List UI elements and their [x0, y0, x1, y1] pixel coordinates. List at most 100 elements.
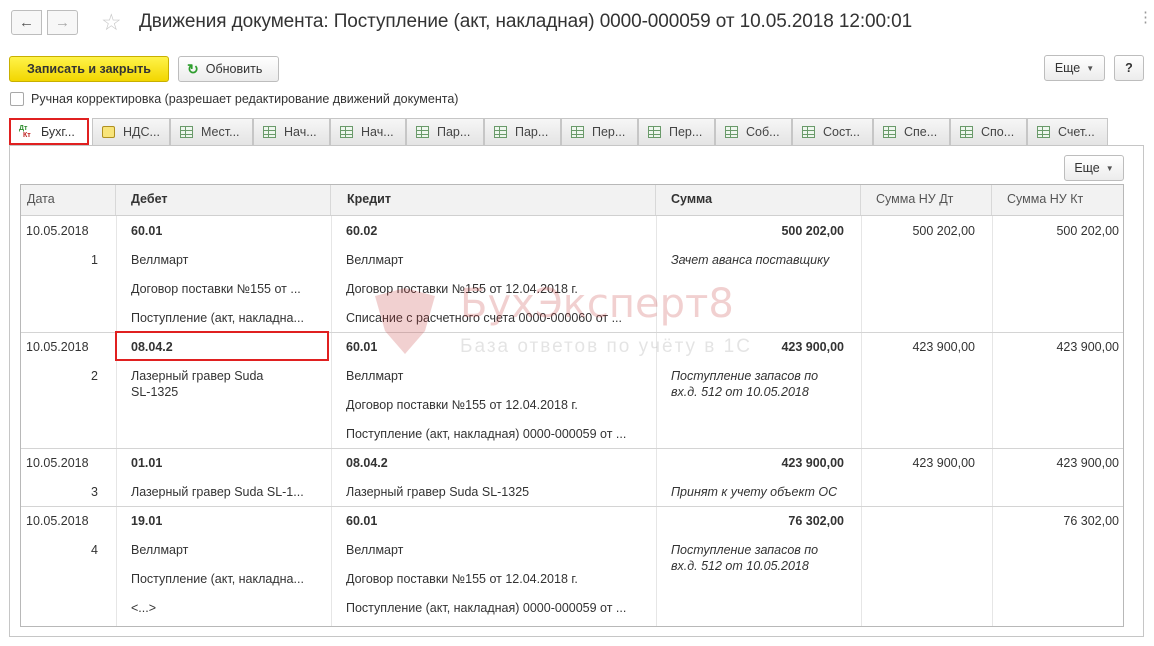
tab-0[interactable]: Дт Кт Бухг...	[9, 118, 89, 145]
dt-kt-icon: Дт Кт	[19, 125, 31, 139]
record-content: Поступление запасов по вх.д. 512 от 10.0…	[671, 369, 819, 399]
debit-line-0: 60.01	[131, 224, 163, 238]
record-nu-kt: 423 900,00	[1056, 340, 1119, 354]
debit-line-3: <...>	[131, 601, 157, 615]
debit-line-1: Веллмарт	[131, 543, 189, 557]
record-number: 1	[91, 253, 98, 267]
column-header-1[interactable]: Дебет	[116, 185, 331, 215]
tab-10[interactable]: Сост...	[792, 118, 873, 145]
refresh-icon: ↻	[187, 60, 199, 77]
caret-down-icon: ▼	[1105, 163, 1114, 173]
record-date: 10.05.2018	[26, 514, 89, 528]
tab-11[interactable]: Спе...	[873, 118, 950, 145]
column-divider	[656, 216, 657, 626]
column-divider	[861, 216, 862, 626]
record-nu-dt: 423 900,00	[912, 456, 975, 470]
credit-line-2: Договор поставки №155 от 12.04.2018 г.	[346, 398, 578, 412]
record-content: Поступление запасов по вх.д. 512 от 10.0…	[671, 543, 819, 573]
column-header-0[interactable]: Дата	[21, 185, 116, 215]
arrow-left-icon: ←	[19, 14, 34, 31]
manual-correction-row: Ручная корректировка (разрешает редактир…	[10, 92, 458, 106]
register-table-icon	[883, 126, 896, 138]
tab-4[interactable]: Нач...	[330, 118, 406, 145]
refresh-label: Обновить	[205, 62, 263, 76]
tab-label: Соб...	[746, 125, 780, 139]
record-nu-kt: 76 302,00	[1063, 514, 1119, 528]
record-content: Зачет аванса поставщику	[671, 253, 830, 267]
register-table-icon	[648, 126, 661, 138]
tab-label: Мест...	[201, 125, 240, 139]
debit-line-1: Лазерный гравер Suda SL-1325	[131, 369, 264, 399]
help-button[interactable]: ?	[1114, 55, 1144, 81]
caret-down-icon: ▼	[1086, 63, 1095, 73]
credit-line-2: Договор поставки №155 от 12.04.2018 г.	[346, 572, 578, 586]
record-date: 10.05.2018	[26, 340, 89, 354]
tab-label: Пар...	[515, 125, 549, 139]
record-number: 3	[91, 485, 98, 499]
arrow-right-icon: →	[55, 14, 70, 31]
column-header-3[interactable]: Сумма	[656, 185, 861, 215]
record-nu-dt: 500 202,00	[912, 224, 975, 238]
tab-1[interactable]: НДС...	[92, 118, 170, 145]
column-header-2[interactable]: Кредит	[331, 185, 656, 215]
highlight-frame	[115, 331, 329, 361]
tab-label: Счет...	[1058, 125, 1095, 139]
tab-6[interactable]: Пар...	[484, 118, 561, 145]
tab-9[interactable]: Соб...	[715, 118, 792, 145]
record-content: Принят к учету объект ОС	[671, 485, 838, 499]
forward-button[interactable]: →	[47, 10, 78, 35]
help-label: ?	[1125, 61, 1133, 75]
refresh-button[interactable]: ↻ Обновить	[178, 56, 279, 82]
record-sum: 423 900,00	[781, 340, 844, 354]
tab-3[interactable]: Нач...	[253, 118, 330, 145]
column-header-5[interactable]: Сумма НУ Кт	[992, 185, 1123, 215]
more-menu-button[interactable]: Еще ▼	[1044, 55, 1105, 81]
register-table-icon	[340, 126, 353, 138]
record-separator	[21, 448, 1123, 449]
postings-table[interactable]: Дата Дебет Кредит Сумма Сумма НУ Дт Сумма НУ …	[20, 184, 1124, 627]
record-number: 4	[91, 543, 98, 557]
table-more-button[interactable]: Еще ▼	[1064, 155, 1124, 181]
record-sum: 76 302,00	[788, 514, 844, 528]
register-table-icon	[571, 126, 584, 138]
manual-correction-checkbox[interactable]	[10, 92, 24, 106]
register-table-icon	[263, 126, 276, 138]
save-and-close-label: Записать и закрыть	[27, 62, 151, 76]
debit-line-1: Лазерный гравер Suda SL-1...	[131, 485, 304, 499]
column-divider	[992, 216, 993, 626]
register-table-icon	[1037, 126, 1050, 138]
tab-2[interactable]: Мест...	[170, 118, 253, 145]
register-tabs: Дт Кт Бухг... НДС... Мест... Нач... Нач... Пар.…	[9, 118, 1110, 145]
tab-7[interactable]: Пер...	[561, 118, 638, 145]
debit-line-2: Поступление (акт, накладна...	[131, 572, 304, 586]
more-label: Еще	[1054, 61, 1081, 75]
tab-12[interactable]: Спо...	[950, 118, 1027, 145]
debit-line-1: Веллмарт	[131, 253, 189, 267]
credit-line-1: Веллмарт	[346, 253, 404, 267]
tab-label: НДС...	[123, 125, 160, 139]
record-sum: 423 900,00	[781, 456, 844, 470]
more-vertical-icon[interactable]: ⋮	[1138, 8, 1153, 26]
star-icon[interactable]: ☆	[101, 9, 122, 35]
save-and-close-button[interactable]: Записать и закрыть	[9, 56, 169, 82]
register-table-icon	[416, 126, 429, 138]
credit-line-3: Списание с расчетного счета 0000-000060 …	[346, 311, 622, 325]
debit-line-0: 01.01	[131, 456, 163, 470]
register-table-icon	[494, 126, 507, 138]
credit-line-3: Поступление (акт, накладная) 0000-000059…	[346, 427, 627, 441]
debit-line-2: Договор поставки №155 от ...	[131, 282, 301, 296]
tab-5[interactable]: Пар...	[406, 118, 484, 145]
tab-8[interactable]: Пер...	[638, 118, 715, 145]
vat-icon	[102, 126, 115, 138]
manual-correction-label[interactable]: Ручная корректировка (разрешает редактир…	[31, 92, 458, 106]
tab-13[interactable]: Счет...	[1027, 118, 1108, 145]
credit-line-0: 60.02	[346, 224, 378, 238]
record-date: 10.05.2018	[26, 456, 89, 470]
tab-label: Спе...	[904, 125, 938, 139]
register-table-icon	[725, 126, 738, 138]
column-header-4[interactable]: Сумма НУ Дт	[861, 185, 992, 215]
back-button[interactable]: ←	[11, 10, 42, 35]
tab-label: Нач...	[284, 125, 317, 139]
credit-line-2: Договор поставки №155 от 12.04.2018 г.	[346, 282, 578, 296]
column-divider	[116, 216, 117, 626]
